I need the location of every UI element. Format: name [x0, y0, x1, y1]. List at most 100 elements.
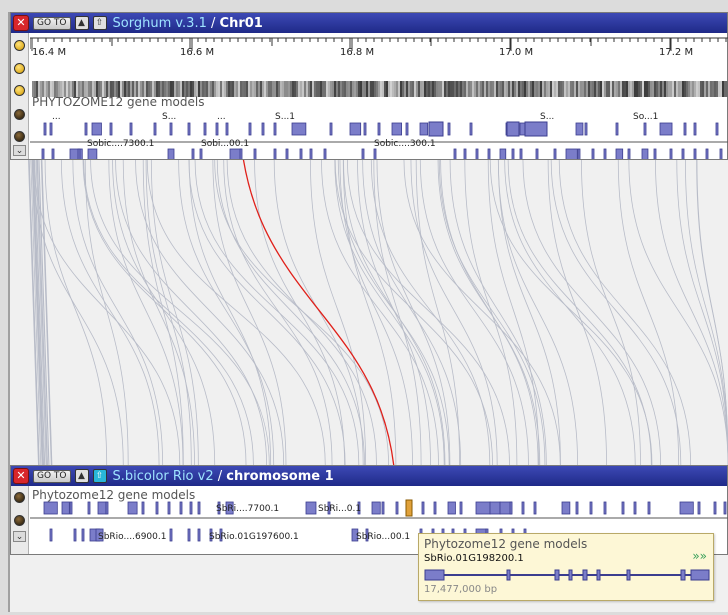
gene-feature	[584, 122, 588, 136]
density-bin	[516, 81, 518, 97]
density-bin	[250, 81, 252, 97]
goto-button[interactable]: GO TO	[33, 16, 71, 30]
track-toggle-icon[interactable]	[14, 63, 25, 74]
close-panel-button[interactable]: ✕	[13, 468, 29, 484]
gene-feature	[49, 528, 53, 542]
double-chevron-right-icon[interactable]: »»	[692, 549, 707, 563]
density-bin	[456, 81, 458, 97]
density-bin	[252, 81, 254, 97]
gene-feature	[715, 122, 719, 136]
track-toggle-icon[interactable]	[14, 131, 25, 142]
density-bin	[666, 81, 668, 97]
chevron-down-icon[interactable]: ⌄	[13, 531, 26, 542]
density-bin	[542, 81, 544, 97]
density-bin	[622, 81, 624, 97]
density-bin	[420, 81, 422, 97]
density-bin	[530, 81, 532, 97]
density-bin	[256, 81, 258, 97]
upload-icon[interactable]: ⇧	[92, 469, 107, 483]
synteny-link	[194, 160, 360, 465]
density-bin	[300, 81, 302, 97]
density-bin	[552, 81, 554, 97]
gene-label: SbRio.01G197600.1	[209, 532, 299, 542]
goto-button[interactable]: GO TO	[33, 469, 71, 483]
density-bin	[556, 81, 558, 97]
gene-feature	[469, 122, 473, 136]
density-bin	[398, 81, 400, 97]
density-bin	[610, 81, 612, 97]
density-bin	[446, 81, 448, 97]
species-name[interactable]: Sorghum v.3.1	[113, 16, 207, 31]
density-bin	[520, 81, 522, 97]
track-toggle-icon[interactable]	[14, 492, 25, 503]
density-bin	[702, 81, 704, 97]
track-toggle-icon[interactable]	[14, 515, 25, 526]
density-bin	[414, 81, 416, 97]
chromosome-name[interactable]: Chr01	[220, 16, 263, 31]
gene-feature	[323, 148, 327, 159]
bottom-title-bar: ✕ GO TO ▲ ⇧ S.bicolor Rio v2 / chromosom…	[11, 466, 727, 486]
tooltip-title: Phytozome12 gene models	[424, 537, 588, 551]
gene-feature	[141, 501, 145, 515]
chevron-down-icon[interactable]: ⌄	[13, 145, 26, 156]
synteny-link	[547, 160, 607, 465]
density-bin	[260, 81, 262, 97]
track-toggle-icon[interactable]	[14, 85, 25, 96]
density-bin	[496, 81, 498, 97]
density-bin	[582, 81, 584, 97]
density-bin	[316, 81, 318, 97]
gene-label: Sobic....7300.1	[87, 139, 155, 149]
upload-icon[interactable]: ⇧	[92, 16, 107, 30]
density-bin	[488, 81, 490, 97]
up-arrow-icon[interactable]: ▲	[74, 16, 89, 30]
density-bin	[356, 81, 358, 97]
gene-feature	[215, 122, 219, 136]
track-toggle-icon[interactable]	[14, 109, 25, 120]
track-toggle-icon[interactable]	[14, 40, 25, 51]
chromosome-name[interactable]: chromosome 1	[226, 469, 333, 484]
density-bin	[384, 81, 386, 97]
density-bin	[212, 81, 214, 97]
density-bin	[258, 81, 260, 97]
gene-feature	[361, 148, 365, 159]
density-bin	[494, 81, 496, 97]
tooltip-gene-id[interactable]: SbRio.01G198200.1	[424, 553, 524, 564]
density-bin	[508, 81, 510, 97]
synteny-link	[146, 160, 326, 465]
density-bin	[430, 81, 432, 97]
gene-feature	[719, 148, 723, 159]
synteny-link	[212, 160, 287, 465]
density-bin	[262, 81, 264, 97]
density-bin	[268, 81, 270, 97]
track-controls: ⌄	[11, 486, 29, 554]
density-bin	[286, 81, 288, 97]
density-bin	[308, 81, 310, 97]
density-bin	[512, 81, 514, 97]
density-bin	[638, 81, 640, 97]
density-bin	[460, 81, 462, 97]
density-bin	[562, 81, 564, 97]
density-bin	[472, 81, 474, 97]
gene-feature	[61, 501, 70, 515]
density-bin	[502, 81, 504, 97]
density-bin	[374, 81, 376, 97]
gene-feature	[553, 148, 557, 159]
up-arrow-icon[interactable]: ▲	[74, 469, 89, 483]
synteny-link	[654, 160, 728, 465]
density-bin	[590, 81, 592, 97]
density-bin	[710, 81, 712, 97]
gene-feature	[248, 122, 252, 136]
density-bin	[440, 81, 442, 97]
gene-feature	[697, 501, 701, 515]
density-bin	[632, 81, 634, 97]
density-bin	[454, 81, 456, 97]
density-bin	[238, 81, 240, 97]
density-bin	[504, 81, 506, 97]
density-bin	[462, 81, 464, 97]
close-panel-button[interactable]: ✕	[13, 15, 29, 31]
gene-label: S...	[540, 112, 555, 122]
density-bin	[634, 81, 636, 97]
density-bin	[348, 81, 350, 97]
density-bin	[688, 81, 690, 97]
species-name[interactable]: S.bicolor Rio v2	[113, 469, 214, 484]
